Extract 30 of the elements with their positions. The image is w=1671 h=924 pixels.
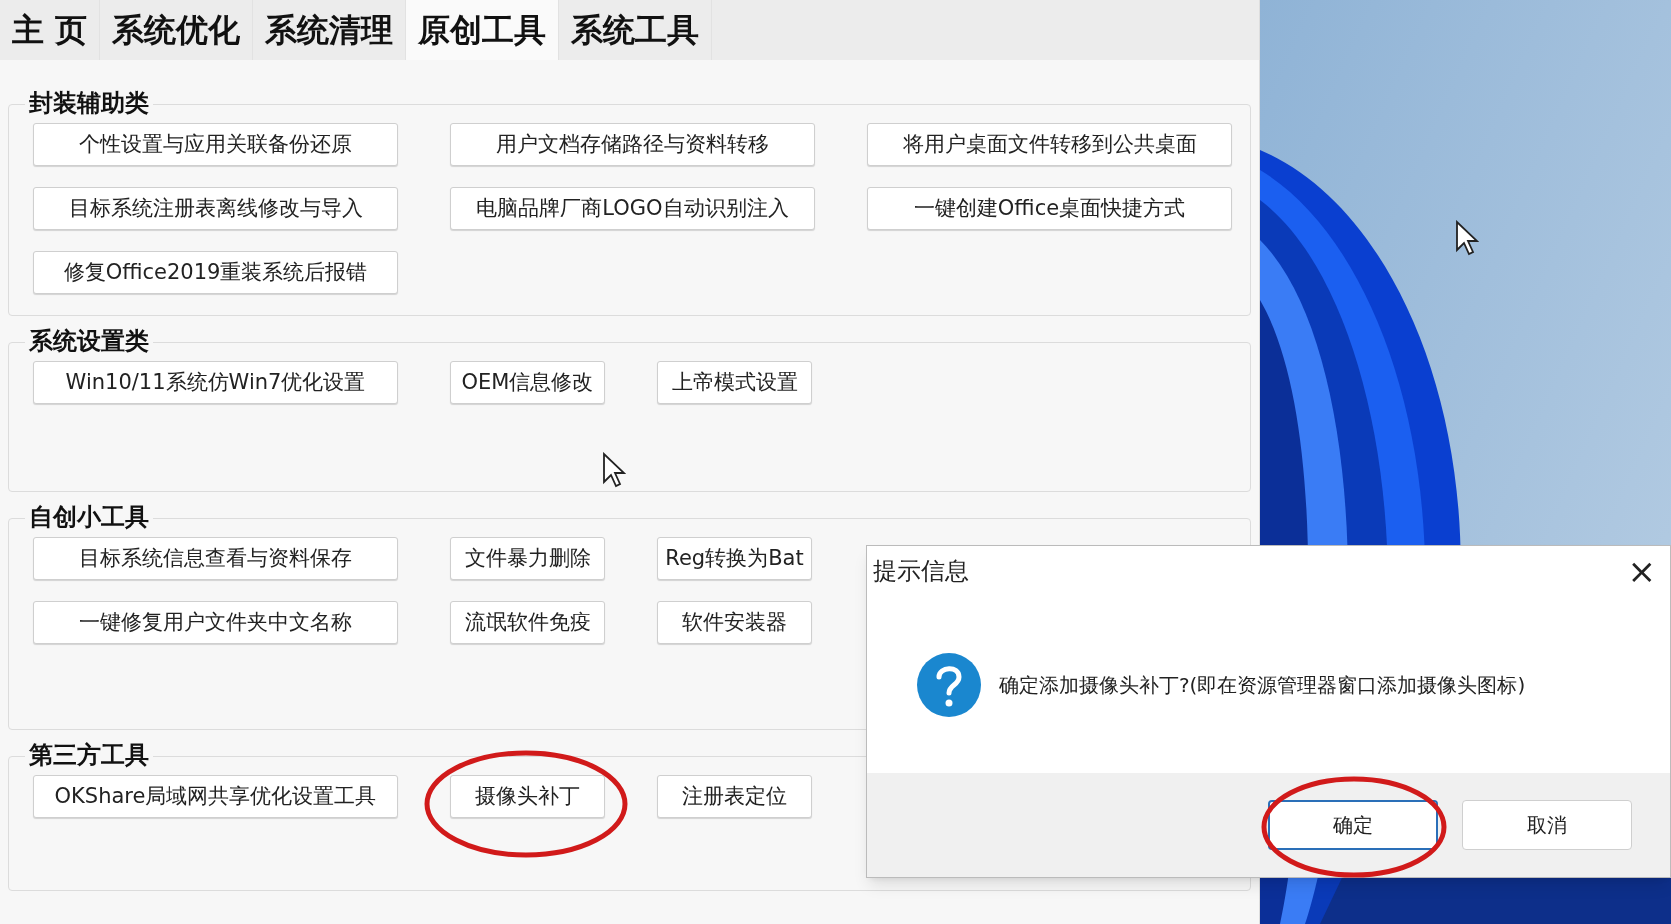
tab[interactable]: 原创工具 <box>406 0 560 60</box>
tool-button[interactable]: 注册表定位 <box>657 775 812 818</box>
tool-button[interactable]: Win10/11系统仿Win7优化设置 <box>33 361 398 404</box>
tool-button[interactable]: 一键创建Office桌面快捷方式 <box>867 187 1232 230</box>
group-title: 自创小工具 <box>25 501 153 533</box>
tool-button[interactable]: 将用户桌面文件转移到公共桌面 <box>867 123 1232 166</box>
tool-button[interactable]: OEM信息修改 <box>450 361 605 404</box>
tool-button[interactable]: Reg转换为Bat <box>657 537 812 580</box>
close-button[interactable]: × <box>1627 554 1656 588</box>
tool-button[interactable]: 流氓软件免疫 <box>450 601 605 644</box>
tool-button[interactable]: OKShare局域网共享优化设置工具 <box>33 775 398 818</box>
tool-button[interactable]: 目标系统信息查看与资料保存 <box>33 537 398 580</box>
dialog-title: 提示信息 <box>873 556 969 587</box>
mouse-pointer-icon <box>1455 220 1479 256</box>
mouse-pointer-icon <box>602 452 626 488</box>
dialog-button[interactable]: 确定 <box>1268 800 1438 850</box>
dialog-message: 确定添加摄像头补丁?(即在资源管理器窗口添加摄像头图标) <box>999 671 1526 699</box>
tool-button[interactable]: 电脑品牌厂商LOGO自动识别注入 <box>450 187 815 230</box>
tool-button[interactable]: 目标系统注册表离线修改与导入 <box>33 187 398 230</box>
tool-button[interactable]: 用户文档存储路径与资料转移 <box>450 123 815 166</box>
tool-button[interactable]: 修复Office2019重装系统后报错 <box>33 251 398 294</box>
group-title: 第三方工具 <box>25 739 153 771</box>
tool-button[interactable]: 摄像头补丁 <box>450 775 605 818</box>
tool-button[interactable]: 个性设置与应用关联备份还原 <box>33 123 398 166</box>
tool-button[interactable]: 文件暴力删除 <box>450 537 605 580</box>
dialog-button[interactable]: 取消 <box>1462 800 1632 850</box>
tool-button[interactable]: 上帝模式设置 <box>657 361 812 404</box>
tool-button[interactable]: 一键修复用户文件夹中文名称 <box>33 601 398 644</box>
question-icon <box>917 652 981 717</box>
tool-button[interactable]: 软件安装器 <box>657 601 812 644</box>
